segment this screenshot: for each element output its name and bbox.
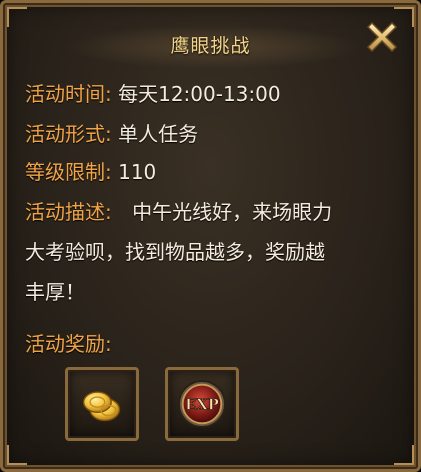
form-label: 活动形式 bbox=[25, 122, 105, 146]
close-x-icon bbox=[366, 21, 398, 53]
separator: : bbox=[105, 160, 112, 184]
time-label: 活动时间 bbox=[25, 82, 105, 106]
event-panel: 鹰眼挑战 活动时间: 每天12:00-13:00 活动形式: 单人任务 等级限制… bbox=[0, 0, 421, 472]
desc-line-2: 大考验呗，找到物品越多，奖励越 bbox=[25, 240, 325, 264]
exp-orb-icon: EXP bbox=[178, 380, 226, 428]
gold-coins-icon bbox=[82, 391, 121, 422]
separator: : bbox=[105, 82, 112, 106]
exp-label: EXP bbox=[185, 397, 219, 414]
desc-line-3: 丰厚！ bbox=[25, 280, 85, 304]
time-value: 每天12:00-13:00 bbox=[118, 82, 281, 106]
level-row: 等级限制: 110 bbox=[25, 159, 156, 185]
frame-corner bbox=[7, 445, 27, 465]
form-value: 单人任务 bbox=[118, 122, 199, 146]
close-button[interactable] bbox=[360, 15, 404, 59]
reward-slot-coins[interactable] bbox=[65, 367, 139, 441]
separator: : bbox=[105, 122, 112, 146]
frame-corner bbox=[394, 445, 414, 465]
panel-title: 鹰眼挑战 bbox=[170, 35, 251, 57]
level-value: 110 bbox=[118, 160, 157, 184]
time-row: 活动时间: 每天12:00-13:00 bbox=[25, 81, 281, 107]
reward-slot-exp[interactable]: EXP bbox=[165, 367, 239, 441]
frame-corner bbox=[7, 7, 27, 27]
desc-line-1: 中午光线好，来场眼力 bbox=[132, 200, 333, 224]
separator: : bbox=[105, 200, 112, 224]
desc-row: 活动描述: 中午光线好，来场眼力 bbox=[25, 199, 332, 225]
desc-label: 活动描述 bbox=[25, 200, 105, 224]
level-label: 等级限制 bbox=[25, 160, 105, 184]
form-row: 活动形式: 单人任务 bbox=[25, 121, 198, 147]
reward-title: 活动奖励: bbox=[25, 332, 112, 356]
